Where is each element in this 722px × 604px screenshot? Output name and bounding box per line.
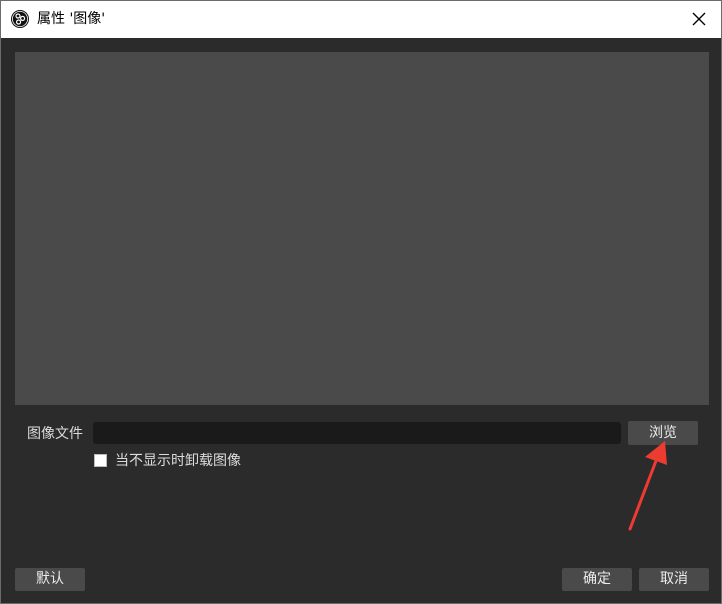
source-preview bbox=[15, 52, 709, 405]
cancel-button[interactable]: 取消 bbox=[639, 568, 709, 591]
unload-when-hidden-label: 当不显示时卸载图像 bbox=[115, 453, 241, 469]
image-file-input[interactable] bbox=[93, 422, 621, 444]
close-icon[interactable] bbox=[687, 7, 711, 31]
annotation-arrow bbox=[628, 441, 667, 531]
unload-when-hidden-checkbox[interactable] bbox=[94, 454, 107, 467]
title-bar: 属性 '图像' bbox=[1, 1, 721, 38]
properties-dialog: 属性 '图像' 图像文件 浏览 当不显示时卸载图像 默认 确定 取消 bbox=[0, 0, 722, 604]
image-file-label: 图像文件 bbox=[27, 426, 83, 442]
obs-logo-icon bbox=[11, 10, 29, 28]
window-title: 属性 '图像' bbox=[37, 11, 106, 27]
ok-button[interactable]: 确定 bbox=[562, 568, 632, 591]
default-button[interactable]: 默认 bbox=[15, 568, 85, 591]
